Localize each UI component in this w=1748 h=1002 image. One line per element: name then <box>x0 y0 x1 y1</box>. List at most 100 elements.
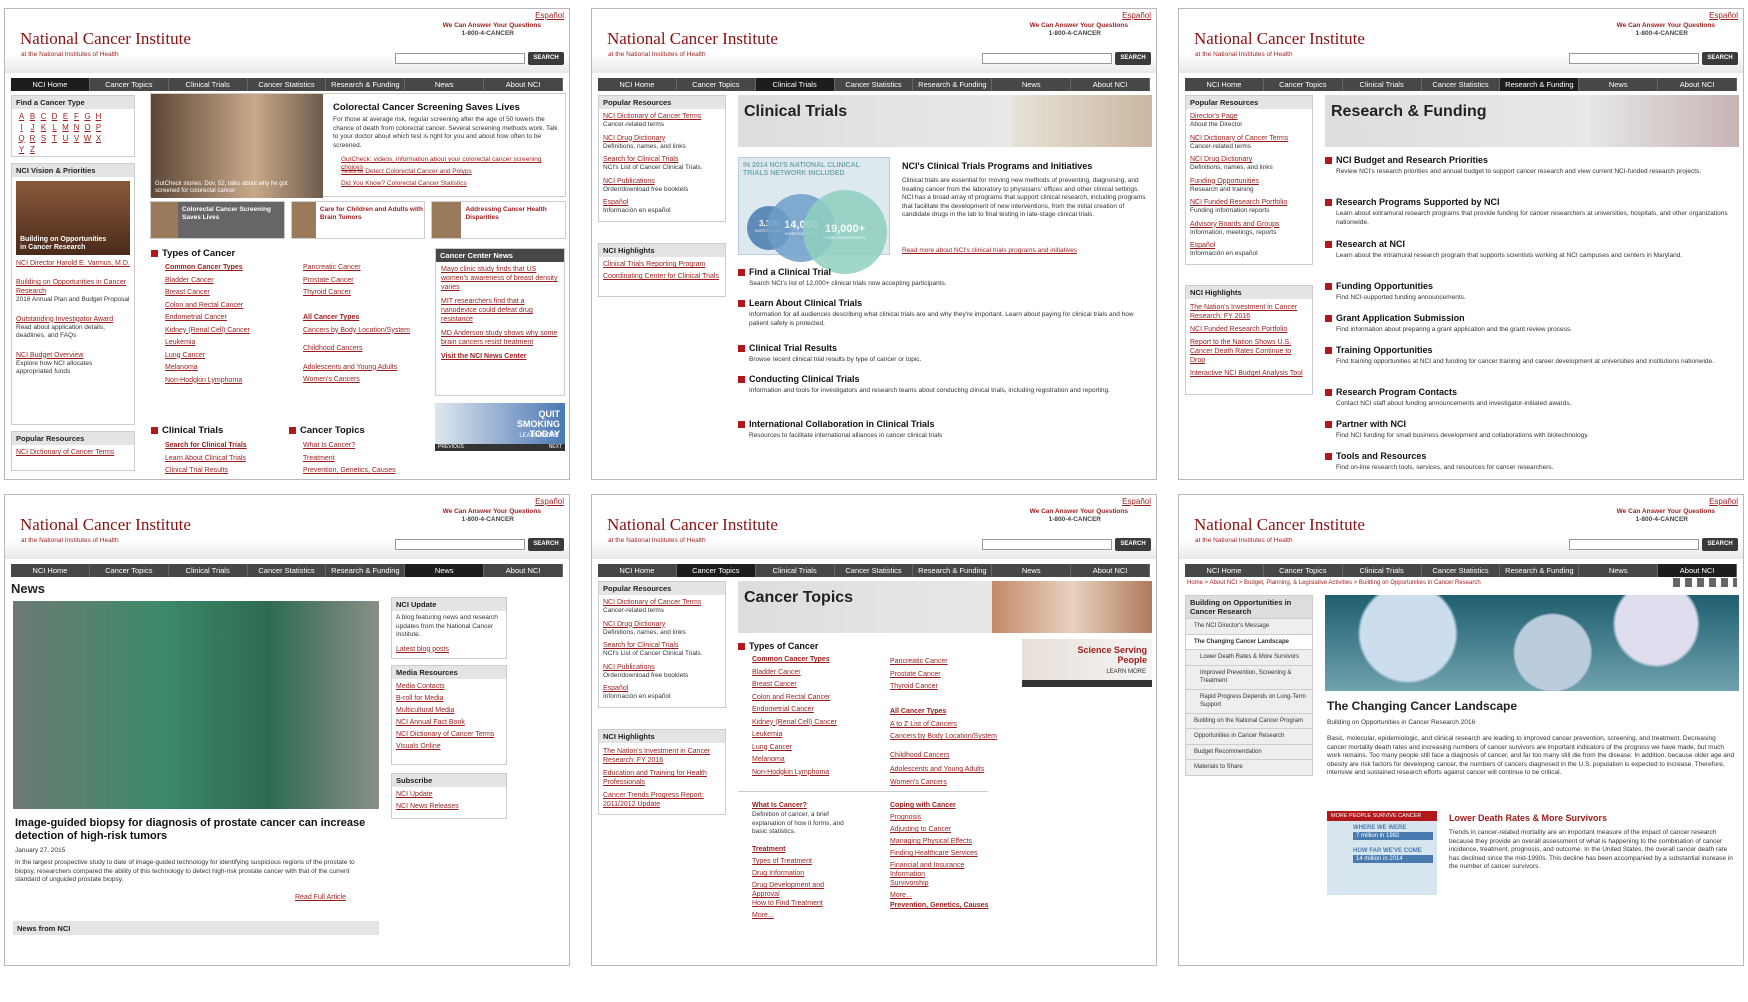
letter-link[interactable]: A <box>16 112 27 121</box>
highlight-link[interactable]: The Nation's Investment in Cancer Resear… <box>599 743 725 765</box>
coping-link[interactable]: More... <box>890 891 1000 900</box>
highlight-link[interactable]: Clinical Trials Reporting Program <box>599 257 725 269</box>
coping-link[interactable]: Managing Physical Effects <box>890 837 1000 846</box>
nci-logo[interactable]: National Cancer Institute <box>1194 29 1365 49</box>
espanol-link[interactable]: Español <box>535 11 564 20</box>
vision-link[interactable]: Building on Opportunities in Cancer Rese… <box>16 278 130 296</box>
letter-link[interactable]: Q <box>16 134 27 143</box>
highlight-link[interactable]: The Nation's Investment in Cancer Resear… <box>1186 299 1312 321</box>
cancer-type-link[interactable]: Kidney (Renal Cell) Cancer <box>752 718 837 727</box>
letter-link[interactable]: I <box>16 123 27 132</box>
coping-link[interactable]: Adjusting to Cancer <box>890 825 1000 834</box>
media-link[interactable]: Visuals Online <box>392 739 506 751</box>
cancer-type-link[interactable]: Lung Cancer <box>165 351 205 360</box>
vision-link[interactable]: Outstanding Investigator Award <box>16 315 130 324</box>
resource-link[interactable]: NCI Dictionary of Cancer Terms <box>1190 134 1308 143</box>
section-title[interactable]: Research Programs Supported by NCI <box>1325 197 1500 207</box>
cancer-type-link[interactable]: Melanoma <box>165 363 198 372</box>
cancer-type-link[interactable]: Colon and Rectal Cancer <box>752 693 830 702</box>
prevention-title[interactable]: Prevention, Genetics, Causes <box>890 901 990 910</box>
letter-link[interactable]: T <box>49 134 60 143</box>
cancer-type-link[interactable]: Bladder Cancer <box>165 276 214 285</box>
resource-link[interactable]: NCI Drug Dictionary <box>1190 155 1308 164</box>
letter-link[interactable]: N <box>71 123 82 132</box>
sidebar-item[interactable]: Materials to Share <box>1186 759 1312 775</box>
nci-logo[interactable]: National Cancer Institute <box>20 515 191 535</box>
cancer-type-link[interactable]: Adolescents and Young Adults <box>890 765 1008 774</box>
search-button[interactable]: SEARCH <box>528 52 564 65</box>
headline[interactable]: Image-guided biopsy for diagnosis of pro… <box>15 817 375 843</box>
highlight-link[interactable]: Interactive NCI Budget Analysis Tool <box>1186 365 1312 378</box>
resource-link[interactable]: Funding Opportunities <box>1190 177 1308 186</box>
cancer-type-link[interactable]: Common Cancer Types <box>165 263 243 272</box>
resource-link[interactable]: NCI Publications <box>603 177 721 186</box>
search-input[interactable] <box>395 53 525 64</box>
nav-item-clinical-trials[interactable]: Clinical Trials <box>169 78 248 91</box>
cancer-type-link[interactable]: Endometrial Cancer <box>752 705 814 714</box>
nav-item-nci-home[interactable]: NCI Home <box>11 78 90 91</box>
resource-link[interactable]: NCI Drug Dictionary <box>603 134 721 143</box>
section-title[interactable]: Partner with NCI <box>1325 419 1406 429</box>
search-button[interactable]: SEARCH <box>528 538 564 551</box>
section-title[interactable]: Training Opportunities <box>1325 345 1433 355</box>
cancer-type-link[interactable]: Women's Cancers <box>890 778 1008 787</box>
nci-logo[interactable]: National Cancer Institute <box>607 515 778 535</box>
nci-logo[interactable]: National Cancer Institute <box>607 29 778 49</box>
treatment-title[interactable]: Treatment <box>752 845 785 854</box>
search-input[interactable] <box>982 53 1112 64</box>
sidebar-item[interactable]: Rapid Progress Depends on Long-Term Supp… <box>1186 688 1312 713</box>
espanol-link[interactable]: Español <box>1122 497 1151 506</box>
espanol-link[interactable]: Español <box>1122 11 1151 20</box>
quit-smoking-ad[interactable]: QUIT SMOKING TODAY LEARN MORE PREVIOUS NEXT <box>435 403 565 451</box>
sidebar-item[interactable]: The Changing Cancer Landscape <box>1186 633 1312 649</box>
highlight-link[interactable]: NCI Funded Research Portfolio <box>1186 321 1312 334</box>
subscribe-link[interactable]: NCI Update <box>392 787 506 799</box>
feature-thumb[interactable]: Care for Children and Adults with Brain … <box>290 201 426 239</box>
cancer-type-link[interactable]: Adolescents and Young Adults <box>303 363 421 372</box>
espanol-link[interactable]: Español <box>1709 11 1738 20</box>
nav-item-nci-home[interactable]: NCI Home <box>11 564 90 577</box>
section-title[interactable]: Learn About Clinical Trials <box>738 298 862 308</box>
nav-item-cancer-topics[interactable]: Cancer Topics <box>676 564 756 577</box>
coping-link[interactable]: Financial and Insurance Information <box>890 861 1000 879</box>
cancer-type-link[interactable]: A to Z List of Cancers <box>890 720 1008 729</box>
nav-item-research-funding[interactable]: Research & Funding <box>1500 564 1580 577</box>
search-button[interactable]: SEARCH <box>1115 538 1151 551</box>
section-title[interactable]: NCI Budget and Research Priorities <box>1325 155 1488 165</box>
section-title[interactable]: Tools and Resources <box>1325 451 1426 461</box>
section-title[interactable]: Conducting Clinical Trials <box>738 374 860 384</box>
section-title[interactable]: International Collaboration in Clinical … <box>738 419 935 429</box>
feature-title[interactable]: Colorectal Cancer Screening Saves Lives <box>333 102 520 113</box>
cancer-type-link[interactable]: Prostate Cancer <box>890 670 1008 679</box>
nav-item-clinical-trials[interactable]: Clinical Trials <box>755 78 835 91</box>
feature-bullet[interactable]: Did You Know? Colorectal Cancer Statisti… <box>341 180 561 188</box>
trials-link[interactable]: Clinical Trial Results <box>165 466 228 475</box>
resource-link[interactable]: Advisory Boards and Groups <box>1190 220 1308 229</box>
nav-item-cancer-statistics[interactable]: Cancer Statistics <box>1422 78 1501 91</box>
letter-link[interactable]: P <box>93 123 104 132</box>
resource-link[interactable]: Search for Clinical Trials <box>603 155 721 164</box>
feature-thumb[interactable]: Colorectal Cancer Screening Saves Lives <box>150 201 285 239</box>
director-link[interactable]: NCI Director Harold E. Varmus, M.D. <box>16 259 130 268</box>
letter-link[interactable]: F <box>71 112 82 121</box>
letter-link[interactable]: O <box>82 123 93 132</box>
nav-item-cancer-statistics[interactable]: Cancer Statistics <box>835 564 914 577</box>
coping-link[interactable]: Prognosis <box>890 813 1000 822</box>
section-title[interactable]: Research Program Contacts <box>1325 387 1457 397</box>
trials-link[interactable]: Search for Clinical Trials <box>165 441 247 450</box>
nav-item-about-nci[interactable]: About NCI <box>1071 564 1151 577</box>
cancer-type-link[interactable]: Cancers by Body Location/System <box>890 732 1008 741</box>
news-link[interactable]: MIT researchers find that a nanodevice c… <box>436 294 564 326</box>
nav-item-research-funding[interactable]: Research & Funding <box>326 564 406 577</box>
treatment-link[interactable]: Drug Information <box>752 869 852 878</box>
media-link[interactable]: NCI Annual Fact Book <box>392 715 506 727</box>
share-icons[interactable] <box>1673 578 1737 587</box>
nci-logo[interactable]: National Cancer Institute <box>20 29 191 49</box>
section-title[interactable]: Clinical Trial Results <box>738 343 837 353</box>
nav-item-news[interactable]: News <box>1579 78 1659 91</box>
nav-item-research-funding[interactable]: Research & Funding <box>1500 78 1580 91</box>
news-link[interactable]: MD Anderson study shows why some brain c… <box>436 326 564 349</box>
search-button[interactable]: SEARCH <box>1702 52 1738 65</box>
cancer-type-link[interactable]: Women's Cancers <box>303 375 421 384</box>
resource-link[interactable]: Director's Page <box>1190 112 1308 121</box>
